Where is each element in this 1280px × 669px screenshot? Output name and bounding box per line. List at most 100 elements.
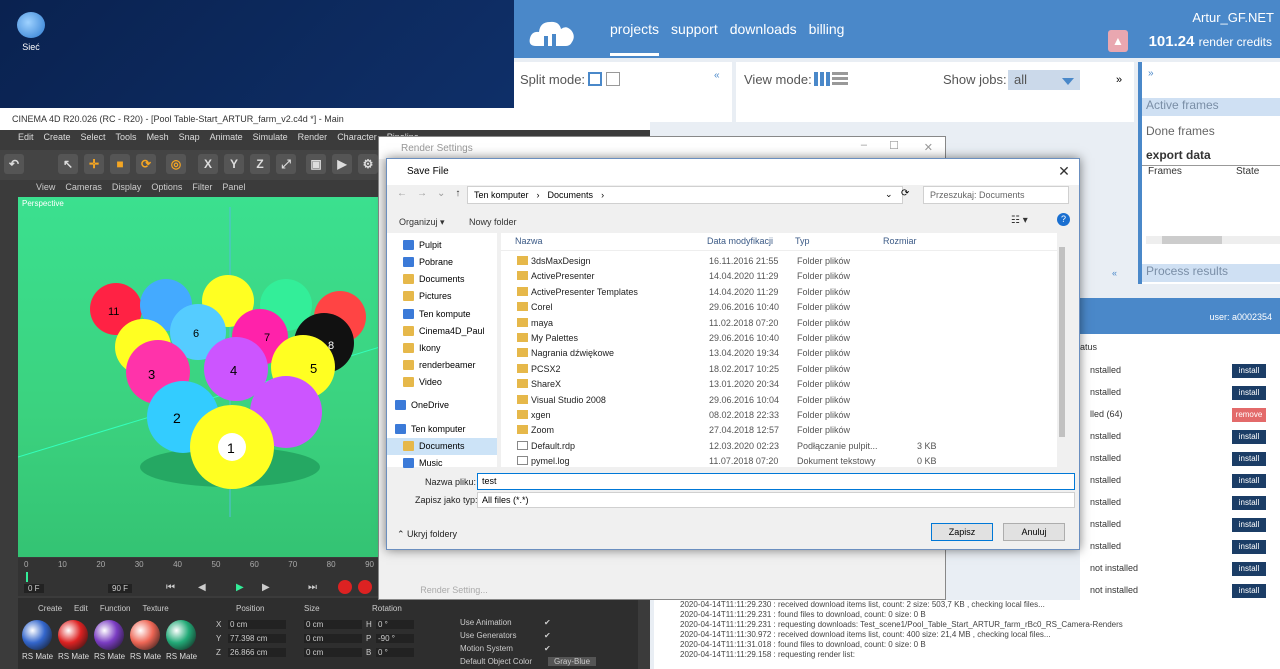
- forward-icon[interactable]: →: [417, 188, 427, 199]
- c4d-menu-item[interactable]: Tools: [116, 132, 137, 148]
- material-label[interactable]: RS Mate: [94, 652, 125, 661]
- grid-view-icon[interactable]: [814, 72, 830, 86]
- scale-icon[interactable]: ■: [110, 154, 130, 174]
- viewport-menu-item[interactable]: Display: [112, 182, 142, 196]
- col-type[interactable]: Typ: [795, 236, 810, 246]
- file-row[interactable]: My Palettes 29.06.2016 10:40 Folder plików: [501, 331, 1067, 346]
- file-row[interactable]: Visual Studio 2008 29.06.2016 10:04 Folder…: [501, 393, 1067, 408]
- nav-item[interactable]: Pictures: [387, 288, 497, 305]
- c4d-menu-item[interactable]: Select: [81, 132, 106, 148]
- install-button[interactable]: install: [1232, 540, 1266, 554]
- render-setting-button[interactable]: Render Setting...: [379, 585, 529, 599]
- material-swatch[interactable]: [94, 620, 124, 650]
- split-vertical-icon[interactable]: [588, 72, 602, 86]
- install-button[interactable]: install: [1232, 518, 1266, 532]
- frame-end[interactable]: 90 F: [108, 584, 133, 593]
- help-icon[interactable]: ?: [1057, 213, 1070, 226]
- go-end-icon[interactable]: ⏭: [308, 582, 317, 593]
- horizontal-scrollbar[interactable]: [1146, 236, 1280, 244]
- coord-rotation[interactable]: -90 °: [376, 634, 414, 643]
- search-input[interactable]: Przeszukaj: Documents: [923, 186, 1069, 204]
- collapse-right-icon[interactable]: »: [1148, 68, 1154, 79]
- move-icon[interactable]: ✛: [84, 154, 104, 174]
- install-button[interactable]: install: [1232, 386, 1266, 400]
- file-row[interactable]: ActivePresenter Templates 14.04.2020 11:2…: [501, 285, 1067, 300]
- collapse-left-icon[interactable]: «: [714, 70, 720, 81]
- material-label[interactable]: RS Mate: [130, 652, 161, 661]
- c4d-menu-item[interactable]: Snap: [179, 132, 200, 148]
- network-desktop-icon[interactable]: Sieć: [14, 12, 48, 52]
- nav-item[interactable]: renderbeamer: [387, 357, 497, 374]
- checkmark-icon[interactable]: ✔: [544, 631, 551, 640]
- nav-downloads[interactable]: downloads: [730, 21, 797, 56]
- col-size[interactable]: Rozmiar: [883, 236, 917, 246]
- material-label[interactable]: RS Mate: [58, 652, 89, 661]
- nav-support[interactable]: support: [671, 21, 718, 56]
- record-icon[interactable]: [338, 580, 352, 594]
- playhead[interactable]: [26, 572, 28, 582]
- default-color-select[interactable]: Gray-Blue: [548, 657, 597, 666]
- viewport-menu-item[interactable]: Options: [151, 182, 182, 196]
- step-back-icon[interactable]: ◀: [198, 582, 206, 593]
- coord-size[interactable]: 0 cm: [304, 648, 362, 657]
- coord-position[interactable]: 26.866 cm: [228, 648, 286, 657]
- close-icon[interactable]: ✕: [924, 141, 933, 154]
- nav-item[interactable]: Video: [387, 374, 497, 391]
- chevron-down-icon[interactable]: ⌄: [885, 189, 893, 200]
- cloud-logo-icon[interactable]: [528, 12, 576, 50]
- nav-item[interactable]: Ten komputer: [387, 421, 497, 438]
- select-icon[interactable]: ↖: [58, 154, 78, 174]
- material-swatch[interactable]: [130, 620, 160, 650]
- c4d-menu-item[interactable]: Character: [337, 132, 377, 148]
- material-menu-item[interactable]: Create: [38, 604, 62, 613]
- nav-item[interactable]: Pobrane: [387, 254, 497, 271]
- recent-dropdown-icon[interactable]: ⌄: [437, 188, 445, 199]
- go-start-icon[interactable]: ⏮: [166, 582, 175, 593]
- c4d-menu-item[interactable]: Create: [44, 132, 71, 148]
- file-row[interactable]: ActivePresenter 14.04.2020 11:29 Folder pl…: [501, 269, 1067, 284]
- autokey-icon[interactable]: [358, 580, 372, 594]
- material-label[interactable]: RS Mate: [22, 652, 53, 661]
- show-jobs-select[interactable]: all: [1008, 70, 1080, 90]
- render-view-icon[interactable]: ▶: [332, 154, 352, 174]
- material-swatch[interactable]: [166, 620, 196, 650]
- file-row[interactable]: Zoom 27.04.2018 12:57 Folder plików: [501, 423, 1067, 438]
- material-menu-item[interactable]: Function: [100, 604, 131, 613]
- coord-system-icon[interactable]: ⤢: [276, 154, 296, 174]
- c4d-menu-item[interactable]: Mesh: [147, 132, 169, 148]
- file-row[interactable]: 3dsMaxDesign 16.11.2016 21:55 Folder plikó…: [501, 254, 1067, 269]
- y-axis-icon[interactable]: Y: [224, 154, 244, 174]
- active-frames-tab[interactable]: Active frames: [1142, 98, 1280, 116]
- file-row[interactable]: PCSX2 18.02.2017 10:25 Folder plików: [501, 362, 1067, 377]
- install-button[interactable]: install: [1232, 496, 1266, 510]
- viewport-menu-item[interactable]: Panel: [222, 182, 245, 196]
- vertical-scrollbar[interactable]: [1057, 233, 1067, 467]
- nav-billing[interactable]: billing: [809, 21, 845, 56]
- coord-rotation[interactable]: 0 °: [376, 648, 414, 657]
- checkmark-icon[interactable]: ✔: [544, 644, 551, 653]
- nav-item[interactable]: Cinema4D_Paul: [387, 323, 497, 340]
- frame-start[interactable]: 0 F: [24, 584, 44, 593]
- file-row[interactable]: xgen 08.02.2018 22:33 Folder plików: [501, 408, 1067, 423]
- hide-folders-toggle[interactable]: ⌃ Ukryj foldery: [397, 529, 457, 540]
- material-swatch[interactable]: [22, 620, 52, 650]
- c4d-menu-item[interactable]: Simulate: [253, 132, 288, 148]
- path-segment[interactable]: Documents: [548, 190, 594, 203]
- nav-item[interactable]: Documents: [387, 438, 497, 455]
- nav-item[interactable]: Music: [387, 455, 497, 472]
- user-name[interactable]: Artur_GF.NET: [1192, 10, 1274, 25]
- material-swatch[interactable]: [58, 620, 88, 650]
- file-row[interactable]: Nagrania dźwiękowe 13.04.2020 19:34 Folder…: [501, 346, 1067, 361]
- install-button[interactable]: install: [1232, 364, 1266, 378]
- nav-item[interactable]: Ten kompute: [387, 306, 497, 323]
- done-frames-tab[interactable]: Done frames: [1142, 124, 1280, 142]
- material-label[interactable]: RS Mate: [166, 652, 197, 661]
- organize-button[interactable]: Organizuj ▾: [399, 217, 445, 228]
- recent-icon[interactable]: ◎: [166, 154, 186, 174]
- install-button[interactable]: install: [1232, 584, 1266, 598]
- up-icon[interactable]: ↑: [455, 188, 460, 199]
- viewport-menu-item[interactable]: Cameras: [65, 182, 102, 196]
- cancel-button[interactable]: Anuluj: [1003, 523, 1065, 541]
- timeline[interactable]: 0 10 20 30 40 50 60 70 80 90 0 F 90 F ⏮ ◀ ▶ ▶ ⏭: [18, 558, 380, 596]
- material-menu-item[interactable]: Edit: [74, 604, 88, 613]
